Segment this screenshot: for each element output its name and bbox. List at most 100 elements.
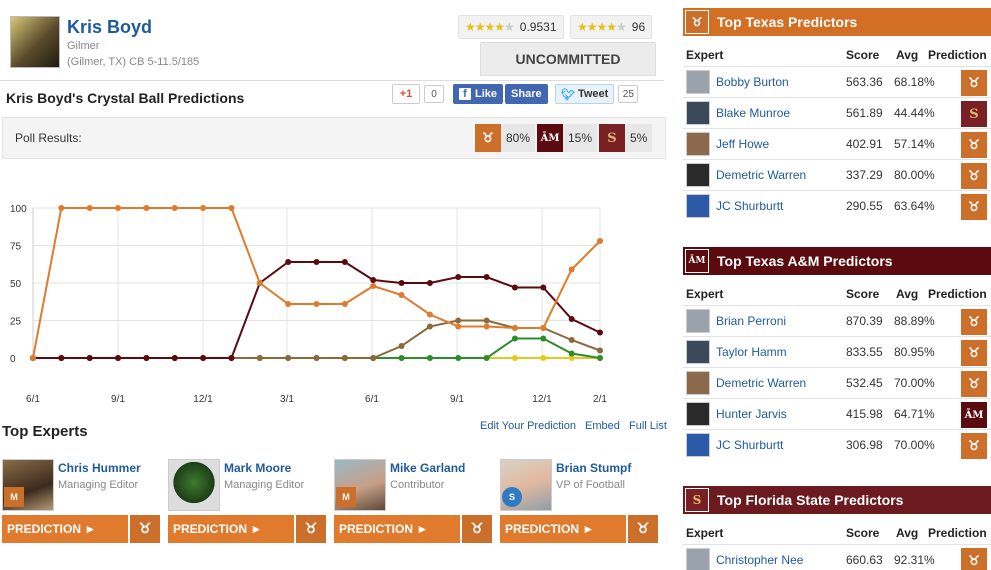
- expert-name[interactable]: Mike Garland: [390, 461, 465, 475]
- predictor-panel-title: Top Florida State Predictors: [717, 492, 904, 508]
- data-point: [256, 280, 263, 286]
- y-tick-label: 75: [10, 242, 22, 253]
- gplus-button[interactable]: +1: [392, 84, 420, 104]
- x-tick-label: 6/1: [26, 394, 40, 405]
- predictor-name[interactable]: JC Shurburtt: [716, 438, 783, 452]
- texas-longhorn-icon: ♉︎: [961, 194, 987, 220]
- predictor-name[interactable]: Taylor Hamm: [716, 345, 787, 359]
- data-point: [285, 301, 292, 307]
- data-point: [597, 347, 603, 354]
- prediction-button[interactable]: PREDICTION ►: [2, 515, 128, 543]
- poll-label: Poll Results:: [15, 131, 82, 145]
- data-point: [256, 355, 263, 361]
- texas-am-icon: ĀM: [537, 124, 563, 152]
- col-score: Score: [846, 526, 880, 540]
- player-rating: ★★★★★ 0.9531: [458, 15, 564, 39]
- data-point: [398, 355, 405, 361]
- avatar[interactable]: [686, 340, 710, 364]
- predictor-avg: 64.71%: [894, 407, 935, 421]
- avatar[interactable]: [686, 70, 710, 94]
- avatar[interactable]: [686, 194, 710, 218]
- predictor-name[interactable]: Bobby Burton: [716, 75, 789, 89]
- predictor-avg: 68.18%: [894, 75, 935, 89]
- data-point: [86, 355, 93, 361]
- data-point: [370, 277, 377, 283]
- data-point: [398, 292, 405, 298]
- predictor-pick: ♉︎: [961, 309, 987, 335]
- tweet-count: 25: [618, 85, 639, 103]
- player-name[interactable]: Kris Boyd: [67, 17, 152, 38]
- texas-am-icon: ĀM: [686, 250, 708, 272]
- embed-link[interactable]: Embed: [585, 420, 620, 432]
- predictor-pick: ♉︎: [961, 433, 987, 459]
- facebook-like-button[interactable]: f Like: [453, 84, 504, 104]
- predictor-name[interactable]: Christopher Nee: [716, 553, 803, 567]
- predictor-score: 532.45: [846, 376, 883, 390]
- avatar[interactable]: [686, 163, 710, 187]
- predictor-name[interactable]: Jeff Howe: [716, 137, 769, 151]
- expert-name[interactable]: Chris Hummer: [58, 461, 141, 475]
- avatar[interactable]: [686, 101, 710, 125]
- poll-item-florida-state: S 5%: [599, 124, 653, 152]
- data-point: [115, 355, 122, 361]
- data-point: [597, 355, 603, 361]
- predictor-name[interactable]: Demetric Warren: [716, 376, 806, 390]
- predictor-avg: 88.89%: [894, 314, 935, 328]
- edit-prediction-link[interactable]: Edit Your Prediction: [480, 420, 576, 432]
- avatar[interactable]: [686, 548, 710, 570]
- predictor-name[interactable]: Hunter Jarvis: [716, 407, 787, 421]
- predictor-columns: Expert Score Avg Prediction: [683, 284, 991, 304]
- prediction-button[interactable]: PREDICTION ►: [334, 515, 460, 543]
- full-list-link[interactable]: Full List: [629, 420, 667, 432]
- tweet-button[interactable]: 🐦︎ Tweet: [555, 84, 615, 104]
- gplus-share[interactable]: +1 0: [392, 84, 444, 104]
- predictor-name[interactable]: Blake Munroe: [716, 106, 790, 120]
- avatar[interactable]: [686, 309, 710, 333]
- data-point: [370, 355, 377, 361]
- player-header: Kris Boyd Gilmer (Gilmer, TX) CB 5-11.5/…: [10, 16, 470, 72]
- avatar[interactable]: [686, 402, 710, 426]
- expert-name[interactable]: Mark Moore: [224, 461, 291, 475]
- scout-badge-icon: S: [502, 487, 522, 507]
- predictor-name[interactable]: Brian Perroni: [716, 314, 786, 328]
- avatar[interactable]: [686, 132, 710, 156]
- texas-longhorn-icon: ♉︎: [296, 515, 326, 543]
- predictor-row: Demetric Warren 532.45 70.00% ♉︎: [683, 367, 991, 398]
- crystal-ball-title: Kris Boyd's Crystal Ball Predictions: [6, 90, 245, 106]
- texas-longhorn-icon: ♉︎: [462, 515, 492, 543]
- predictor-row: Brian Perroni 870.39 88.89% ♉︎: [683, 305, 991, 336]
- data-point: [540, 284, 547, 291]
- facebook-share-button[interactable]: Share: [505, 84, 548, 104]
- rating-value: 0.9531: [519, 20, 557, 34]
- data-point: [171, 205, 178, 211]
- predictor-name[interactable]: JC Shurburtt: [716, 199, 783, 213]
- avatar[interactable]: [686, 371, 710, 395]
- predictor-row: Hunter Jarvis 415.98 64.71% ĀM: [683, 398, 991, 429]
- prediction-button[interactable]: PREDICTION ►: [500, 515, 626, 543]
- florida-state-icon: S: [686, 489, 708, 511]
- x-tick-label: 2/1: [593, 394, 607, 405]
- predictor-score: 402.91: [846, 137, 883, 151]
- expert-name[interactable]: Brian Stumpf: [556, 461, 631, 475]
- x-tick-label: 3/1: [280, 394, 294, 405]
- predictor-score: 337.29: [846, 168, 883, 182]
- x-tick-label: 9/1: [111, 394, 125, 405]
- predictor-score: 563.36: [846, 75, 883, 89]
- data-point: [455, 274, 462, 280]
- commit-status: UNCOMMITTED: [480, 42, 656, 76]
- data-point: [511, 355, 518, 361]
- predictor-score: 660.63: [846, 553, 883, 567]
- col-score: Score: [846, 48, 880, 62]
- predictor-avg: 80.00%: [894, 168, 935, 182]
- y-tick-label: 50: [10, 279, 22, 290]
- expert-photo[interactable]: [168, 459, 220, 511]
- predictor-name[interactable]: Demetric Warren: [716, 168, 806, 182]
- florida-state-icon: S: [961, 101, 987, 127]
- texas-longhorn-icon: ♉︎: [961, 433, 987, 459]
- expert-card: S Brian Stumpf VP of Football PREDICTION…: [500, 459, 658, 545]
- data-point: [313, 259, 320, 265]
- predictor-pick: ♉︎: [961, 70, 987, 96]
- avatar[interactable]: [686, 433, 710, 457]
- col-avg: Avg: [896, 48, 919, 62]
- prediction-button[interactable]: PREDICTION ►: [168, 515, 294, 543]
